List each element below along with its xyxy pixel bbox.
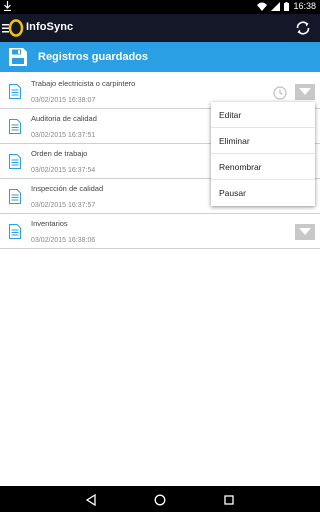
section-header: Registros guardados [0, 42, 320, 72]
menu-item-editar[interactable]: Editar [211, 102, 315, 128]
app-logo [8, 18, 24, 38]
document-icon [9, 84, 21, 99]
record-title: Auditoria de calidad [31, 114, 97, 123]
record-date: 03/02/2015 16:38:07 [31, 97, 96, 104]
context-menu: Editar Eliminar Renombrar Pausar [211, 102, 315, 206]
home-icon[interactable] [154, 493, 166, 506]
record-item[interactable]: Inventarios 03/02/2015 16:38:06 [0, 214, 320, 249]
record-date: 03/02/2015 16:37:51 [31, 132, 96, 139]
document-icon [9, 224, 21, 239]
back-icon[interactable] [85, 493, 97, 507]
record-menu-button[interactable] [295, 224, 315, 240]
record-title: Inspección de calidad [31, 184, 104, 193]
battery-icon [284, 1, 290, 11]
signal-icon [271, 1, 281, 11]
record-date: 03/02/2015 16:37:57 [31, 202, 96, 209]
record-date: 03/02/2015 16:37:54 [31, 167, 96, 174]
app-title: InfoSync [26, 21, 74, 33]
recents-icon[interactable] [223, 493, 235, 505]
chevron-down-icon [299, 228, 311, 235]
clock-icon [273, 86, 287, 100]
document-icon [9, 189, 21, 204]
menu-item-eliminar[interactable]: Eliminar [211, 128, 315, 154]
record-title: Inventarios [31, 219, 68, 228]
document-icon [9, 154, 21, 169]
record-title: Trabajo electricista o carpintero [31, 79, 136, 88]
document-icon [9, 119, 21, 134]
record-date: 03/02/2015 16:38:06 [31, 237, 96, 244]
sync-icon[interactable] [294, 19, 312, 37]
download-icon [4, 1, 11, 11]
status-bar: 16:38 [0, 0, 320, 14]
section-title: Registros guardados [38, 51, 149, 63]
app-bar: InfoSync [0, 14, 320, 42]
chevron-down-icon [299, 88, 311, 95]
menu-item-pausar[interactable]: Pausar [211, 180, 315, 206]
navigation-bar [0, 486, 320, 512]
record-title: Orden de trabajo [31, 149, 88, 158]
record-menu-button[interactable] [295, 84, 315, 100]
menu-item-renombrar[interactable]: Renombrar [211, 154, 315, 180]
status-time: 16:38 [293, 1, 316, 11]
wifi-icon [257, 2, 268, 11]
save-icon [9, 48, 27, 66]
